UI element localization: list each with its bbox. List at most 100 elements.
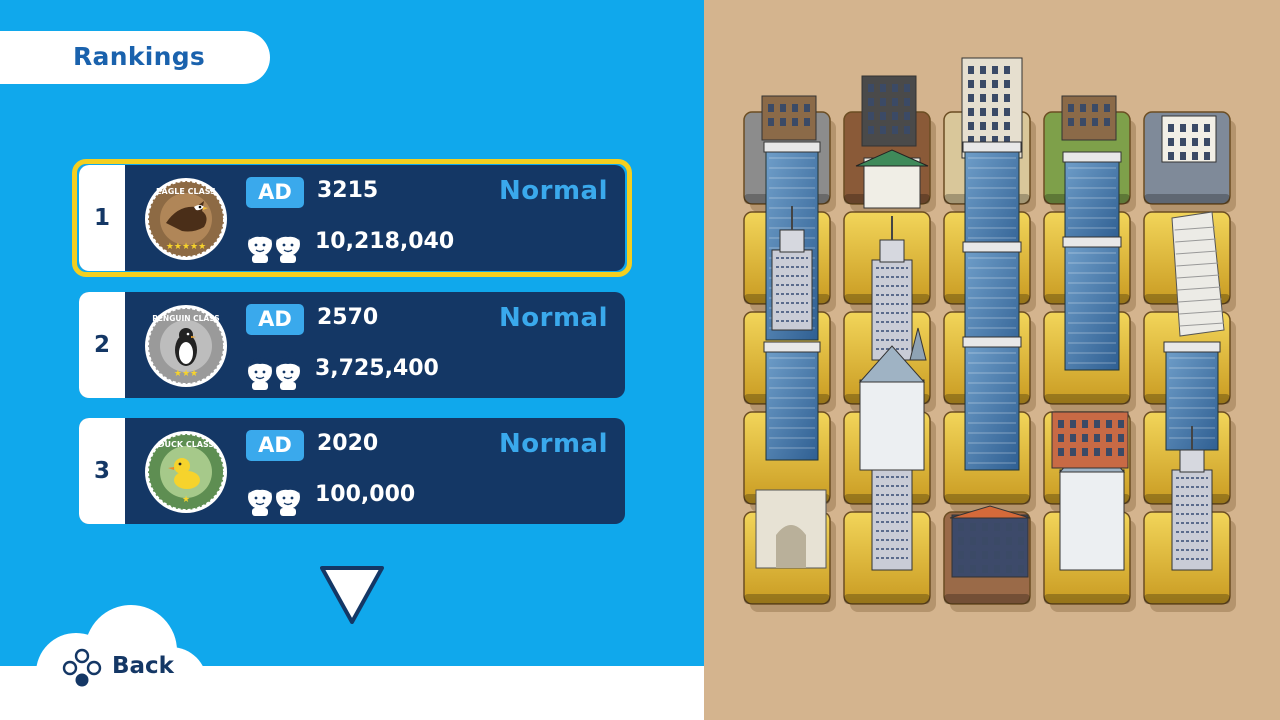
house-window: [1006, 523, 1012, 531]
ranking-row-2[interactable]: 2 PENGUIN CLASS ★★★ AD 2570 Normal 3,725…: [79, 292, 625, 398]
svg-text:EAGLE CLASS: EAGLE CLASS: [156, 187, 216, 196]
skyscraper-icon: [1064, 244, 1120, 371]
house-window: [970, 537, 976, 545]
house-window: [868, 126, 874, 134]
tile-edge: [1144, 194, 1230, 204]
house-window: [1106, 448, 1112, 456]
house-window: [992, 94, 998, 102]
house-window: [1070, 434, 1076, 442]
house-window: [1058, 434, 1064, 442]
tile-edge: [944, 494, 1030, 504]
house-window: [1018, 537, 1024, 545]
house-window: [904, 112, 910, 120]
house-window: [1192, 152, 1198, 160]
house-window: [980, 108, 986, 116]
house-window: [1058, 448, 1064, 456]
house-window: [880, 126, 886, 134]
house-window: [1004, 108, 1010, 116]
score-value: 10,218,040: [315, 229, 455, 254]
tower-icon: [771, 249, 813, 331]
house-window: [804, 104, 810, 112]
house-window: [1006, 537, 1012, 545]
house-window: [1018, 551, 1024, 559]
house-window: [1082, 420, 1088, 428]
house-window: [1168, 152, 1174, 160]
castle-icon: [1059, 469, 1125, 571]
house-window: [1004, 94, 1010, 102]
back-button[interactable]: Back: [62, 648, 192, 688]
city-board-preview: [704, 0, 1280, 720]
house-window: [970, 523, 976, 531]
tower-icon: [871, 259, 913, 361]
city-board: [743, 57, 1236, 612]
rooftop: [763, 141, 821, 153]
house-window: [1204, 138, 1210, 146]
tile-edge: [944, 594, 1030, 604]
rankings-panel: Rankings 1 EAGLE CLASS ★★★★★ AD 3215 Nor…: [0, 0, 704, 720]
skyscraper-icon: [765, 349, 819, 461]
house-window: [994, 523, 1000, 531]
house-window: [980, 94, 986, 102]
page-title: Rankings: [73, 42, 206, 71]
house-window: [992, 66, 998, 74]
ranking-row-3[interactable]: 3 DUCK CLASS ★ AD 2020 Normal 100,000: [79, 418, 625, 524]
house-window: [982, 523, 988, 531]
tower-top: [1179, 449, 1205, 473]
house-window: [970, 551, 976, 559]
house-window: [768, 104, 774, 112]
house-window: [1082, 434, 1088, 442]
house-window: [1094, 448, 1100, 456]
ranking-row-1[interactable]: 1 EAGLE CLASS ★★★★★ AD 3215 Normal 10,21…: [79, 165, 625, 271]
scroll-down-arrow-icon[interactable]: [320, 566, 384, 624]
house-window: [1118, 434, 1124, 442]
house-window: [1118, 420, 1124, 428]
title-banner: Rankings: [0, 31, 270, 84]
house-window: [1106, 434, 1112, 442]
house-window: [1092, 104, 1098, 112]
house-window: [1006, 551, 1012, 559]
house-window: [768, 118, 774, 126]
players-icon: [248, 483, 300, 516]
rooftop: [1062, 236, 1122, 248]
house-window: [980, 66, 986, 74]
house-window: [1180, 138, 1186, 146]
tile-edge: [844, 594, 930, 604]
house-window: [1058, 420, 1064, 428]
house-window: [892, 126, 898, 134]
house-window: [1082, 448, 1088, 456]
house-window: [1006, 565, 1012, 573]
rank-number: 1: [79, 165, 125, 271]
house-window: [982, 565, 988, 573]
controller-buttons-icon: [62, 648, 102, 687]
tower-top: [879, 239, 905, 263]
house-window: [904, 98, 910, 106]
house-window: [868, 84, 874, 92]
house-window: [880, 98, 886, 106]
ad-label: AD: [246, 304, 304, 335]
svg-text:DUCK CLASS: DUCK CLASS: [158, 440, 215, 449]
tile-edge: [1044, 594, 1130, 604]
house-window: [1168, 124, 1174, 132]
difficulty-label: Normal: [499, 176, 608, 206]
house-window: [868, 112, 874, 120]
house-window: [892, 112, 898, 120]
house-window: [958, 523, 964, 531]
house-window: [1004, 122, 1010, 130]
tile-edge: [744, 594, 830, 604]
house-window: [1168, 138, 1174, 146]
difficulty-label: Normal: [499, 429, 608, 459]
house-window: [968, 122, 974, 130]
back-label: Back: [112, 653, 174, 679]
house-window: [1106, 420, 1112, 428]
ad-label: AD: [246, 430, 304, 461]
house-window: [1104, 118, 1110, 126]
house-window: [980, 122, 986, 130]
svg-text:★: ★: [182, 495, 190, 505]
ad-value: 3215: [317, 178, 379, 203]
rank-number: 3: [79, 418, 125, 524]
house-window: [1080, 104, 1086, 112]
house-window: [1204, 124, 1210, 132]
house-window: [992, 80, 998, 88]
house-window: [904, 84, 910, 92]
house-window: [1204, 152, 1210, 160]
